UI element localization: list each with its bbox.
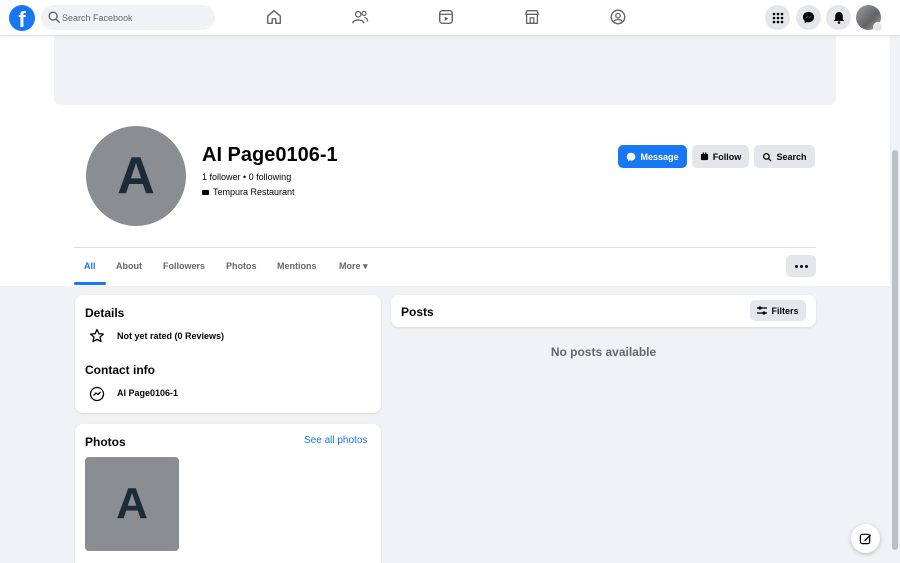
photo-letter: A xyxy=(116,479,148,528)
cover-photo[interactable] xyxy=(54,36,836,105)
filters-label: Filters xyxy=(771,305,799,316)
home-icon[interactable] xyxy=(265,8,283,26)
search-icon xyxy=(763,152,772,161)
menu-grid-button[interactable] xyxy=(765,5,790,30)
tab-followers[interactable]: Followers xyxy=(163,261,205,271)
scrollbar-thumb[interactable] xyxy=(892,150,898,550)
compose-icon xyxy=(859,533,872,545)
follow-button[interactable]: Follow xyxy=(692,145,749,168)
menu-grid-icon xyxy=(772,12,783,23)
groups-icon[interactable] xyxy=(609,8,627,26)
star-icon xyxy=(89,328,105,343)
top-navigation-bar: f xyxy=(0,0,900,36)
messenger-icon xyxy=(802,11,815,24)
posts-heading: Posts xyxy=(401,305,434,319)
see-all-photos-link[interactable]: See all photos xyxy=(304,435,367,446)
photo-thumbnail[interactable]: A xyxy=(85,457,179,551)
follow-icon xyxy=(700,152,708,161)
account-avatar[interactable] xyxy=(856,5,883,32)
message-button-label: Message xyxy=(640,151,679,162)
page-search-button[interactable]: Search xyxy=(754,145,815,168)
folder-icon xyxy=(202,189,209,195)
dot xyxy=(799,264,803,268)
more-options-button[interactable] xyxy=(786,255,816,277)
photos-card: Photos See all photos A xyxy=(75,424,381,563)
marketplace-icon[interactable] xyxy=(523,8,541,26)
messenger-icon xyxy=(627,152,636,161)
contact-info-heading: Contact info xyxy=(85,363,155,377)
filters-icon xyxy=(757,306,768,315)
tab-mentions[interactable]: Mentions xyxy=(277,261,317,271)
search-icon xyxy=(48,11,60,23)
active-tab-indicator xyxy=(74,282,106,285)
details-card: Details Not yet rated (0 Reviews) Contac… xyxy=(75,295,381,413)
tab-all[interactable]: All xyxy=(84,261,96,271)
contact-messenger[interactable]: AI Page0106-1 xyxy=(117,388,178,398)
messenger-button[interactable] xyxy=(796,5,821,30)
category-label: Tempura Restaurant xyxy=(213,187,295,197)
page-title: AI Page0106-1 xyxy=(202,144,338,166)
header-divider xyxy=(74,247,816,248)
empty-posts-message: No posts available xyxy=(550,345,657,359)
chevron-down-icon xyxy=(873,22,883,32)
watch-icon[interactable] xyxy=(437,8,455,26)
messenger-icon xyxy=(89,386,105,402)
avatar-letter: A xyxy=(117,147,155,205)
friends-icon[interactable] xyxy=(351,8,369,26)
photos-heading: Photos xyxy=(85,435,126,449)
rating-text: Not yet rated (0 Reviews) xyxy=(117,331,225,341)
search-input[interactable] xyxy=(62,5,212,30)
facebook-logo[interactable]: f xyxy=(9,5,35,31)
tab-more[interactable]: More ▾ xyxy=(339,261,368,272)
posts-card: Posts Filters xyxy=(391,295,816,327)
search-button-label: Search xyxy=(776,151,807,162)
notifications-button[interactable] xyxy=(826,5,851,30)
dot xyxy=(804,264,808,268)
tab-about[interactable]: About xyxy=(116,261,142,271)
message-button[interactable]: Message xyxy=(618,145,687,168)
details-heading: Details xyxy=(85,306,125,320)
follow-button-label: Follow xyxy=(712,151,742,162)
new-message-button[interactable] xyxy=(851,524,880,553)
follow-stats[interactable]: 1 follower • 0 following xyxy=(202,172,291,182)
logo-letter: f xyxy=(18,7,26,31)
dot xyxy=(794,264,798,268)
page-category: Tempura Restaurant xyxy=(202,187,295,197)
filters-button[interactable]: Filters xyxy=(750,300,806,321)
tab-photos[interactable]: Photos xyxy=(226,261,257,271)
search-box[interactable] xyxy=(41,5,215,30)
notifications-icon xyxy=(833,12,844,24)
profile-avatar[interactable]: A xyxy=(83,123,189,229)
